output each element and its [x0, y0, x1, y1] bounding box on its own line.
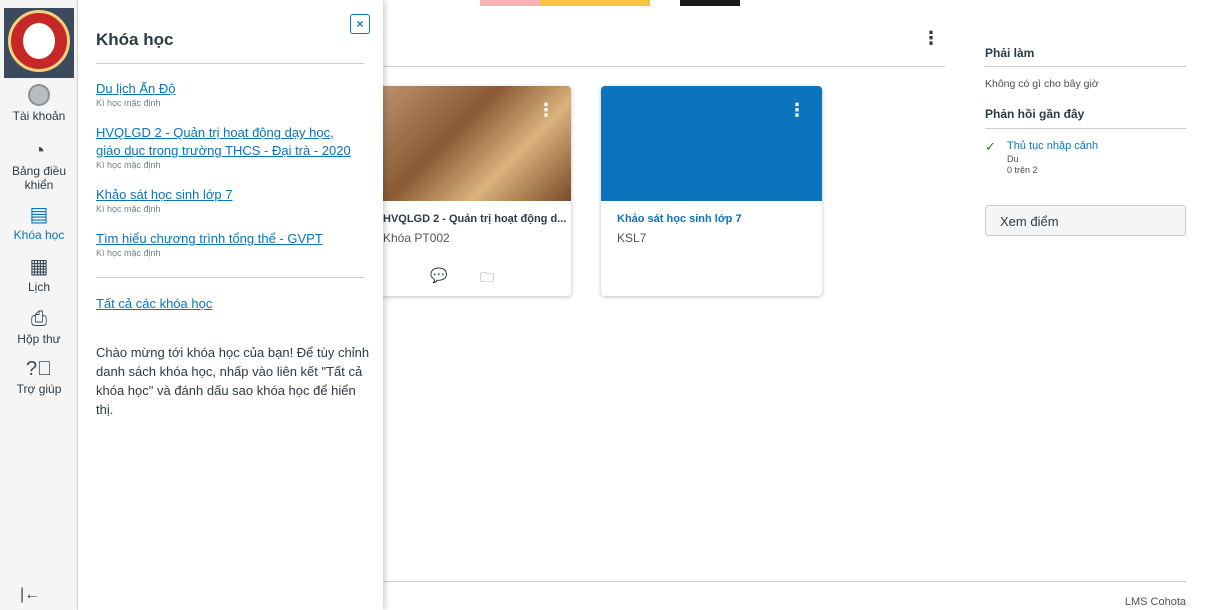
- all-courses-link[interactable]: Tất cả các khóa học: [96, 296, 212, 311]
- tray-course-item[interactable]: Du lịch Ấn Độ Kì học mặc định: [96, 80, 371, 109]
- tray-course-term: Kì học mặc định: [96, 160, 161, 170]
- dashboard-gauge-icon: ◔: [32, 140, 46, 162]
- nav-calendar-label: Lịch: [27, 280, 50, 294]
- todo-divider: [985, 66, 1186, 67]
- nav-courses-label: Khóa học: [13, 228, 65, 242]
- nav-courses[interactable]: ▤ Khóa học: [0, 204, 78, 242]
- card-options-icon[interactable]: ⋮: [788, 100, 806, 121]
- global-nav: ★ Tài khoản ◔ Bảng điều khiển ▤ Khóa học…: [0, 0, 78, 610]
- course-card[interactable]: ⋮ Khảo sát học sinh lớp 7 KSL7: [601, 86, 822, 296]
- help-icon: ?⃝: [25, 358, 53, 380]
- todo-heading: Phải làm: [985, 46, 1035, 60]
- course-card-title[interactable]: HVQLGD 2 - Quản trị hoạt động d...: [383, 213, 566, 225]
- feedback-score: 0 trên 2: [1007, 165, 1038, 175]
- nav-account[interactable]: Tài khoản: [0, 84, 78, 123]
- tray-course-term: Kì học mặc định: [96, 98, 161, 108]
- nav-calendar[interactable]: ▦ Lịch: [0, 256, 78, 294]
- tray-course-link[interactable]: Tìm hiểu chương trình tổng thể - GVPT: [96, 230, 371, 248]
- banner-segment: [540, 0, 650, 6]
- todo-empty-text: Không có gì cho bây giờ: [985, 78, 1099, 90]
- files-icon[interactable]: 🗀: [480, 267, 494, 291]
- avatar: [28, 84, 50, 106]
- feedback-title-link[interactable]: Thủ tục nhập cảnh: [1007, 140, 1182, 152]
- calendar-icon: ▦: [29, 256, 49, 278]
- course-card-hero[interactable]: ⋮: [350, 86, 571, 201]
- nav-account-label: Tài khoản: [12, 109, 66, 123]
- tray-course-link[interactable]: Khảo sát học sinh lớp 7: [96, 186, 371, 204]
- nav-inbox[interactable]: ⎙ Hộp thư: [0, 308, 78, 346]
- tray-welcome-text: Chào mừng tới khóa học của bạn! Để tùy c…: [96, 345, 370, 417]
- feedback-divider: [985, 128, 1186, 129]
- tray-divider: [96, 277, 364, 278]
- nav-inbox-label: Hộp thư: [17, 332, 61, 346]
- close-icon[interactable]: ×: [350, 14, 370, 34]
- course-card-title[interactable]: Khảo sát học sinh lớp 7: [617, 213, 742, 225]
- nav-help[interactable]: ?⃝ Trợ giúp: [0, 358, 78, 396]
- course-card[interactable]: ⋮ HVQLGD 2 - Quản trị hoạt động d... Khó…: [350, 86, 571, 296]
- header-divider: [383, 66, 945, 67]
- tray-course-item[interactable]: Khảo sát học sinh lớp 7 Kì học mặc định: [96, 186, 371, 215]
- tray-title: Khóa học: [96, 30, 174, 49]
- course-card-hero[interactable]: ⋮: [601, 86, 822, 201]
- tray-course-item[interactable]: Tìm hiểu chương trình tổng thể - GVPT Kì…: [96, 230, 371, 259]
- card-options-icon[interactable]: ⋮: [537, 100, 555, 121]
- tray-course-link[interactable]: Du lịch Ấn Độ: [96, 80, 371, 98]
- tray-course-link-line2[interactable]: giáo dục trong trường THCS - Đại trà - 2…: [96, 142, 371, 160]
- footer-divider: [383, 581, 1186, 582]
- feedback-course: Du: [1007, 154, 1019, 164]
- nav-dashboard-label-1: Bảng điều: [11, 164, 67, 178]
- check-icon: ✓: [985, 139, 996, 154]
- nav-dashboard[interactable]: ◔ Bảng điều khiển: [0, 140, 78, 192]
- banner-segment: [680, 0, 740, 6]
- book-icon: ▤: [29, 204, 49, 226]
- tray-course-term: Kì học mặc định: [96, 204, 161, 214]
- nav-dashboard-label-2: khiển: [24, 178, 54, 192]
- tray-divider: [96, 63, 364, 64]
- tray-course-term: Kì học mặc định: [96, 248, 161, 258]
- tray-course-item[interactable]: HVQLGD 2 - Quản trị hoạt động dạy học, g…: [96, 124, 371, 171]
- institution-logo[interactable]: ★: [4, 8, 74, 78]
- view-grades-button[interactable]: Xem điểm: [985, 205, 1186, 236]
- nav-help-label: Trợ giúp: [16, 382, 62, 396]
- course-card-code: KSL7: [617, 231, 647, 245]
- banner-segment: [480, 0, 540, 6]
- discussions-icon[interactable]: 💬: [430, 267, 447, 284]
- dashboard-options-icon[interactable]: ⋮: [922, 28, 940, 49]
- footer-brand: LMS Cohota: [1124, 596, 1186, 608]
- collapse-nav-icon[interactable]: |←: [20, 586, 40, 604]
- inbox-icon: ⎙: [31, 308, 47, 330]
- seal-icon: ★: [8, 10, 70, 72]
- courses-tray: Khóa học × Du lịch Ấn Độ Kì học mặc định…: [78, 0, 383, 610]
- feedback-heading: Phản hồi gần đây: [985, 107, 1085, 121]
- course-card-code: Khóa PT002: [383, 231, 450, 245]
- tray-course-link[interactable]: HVQLGD 2 - Quản trị hoạt động dạy học,: [96, 124, 371, 142]
